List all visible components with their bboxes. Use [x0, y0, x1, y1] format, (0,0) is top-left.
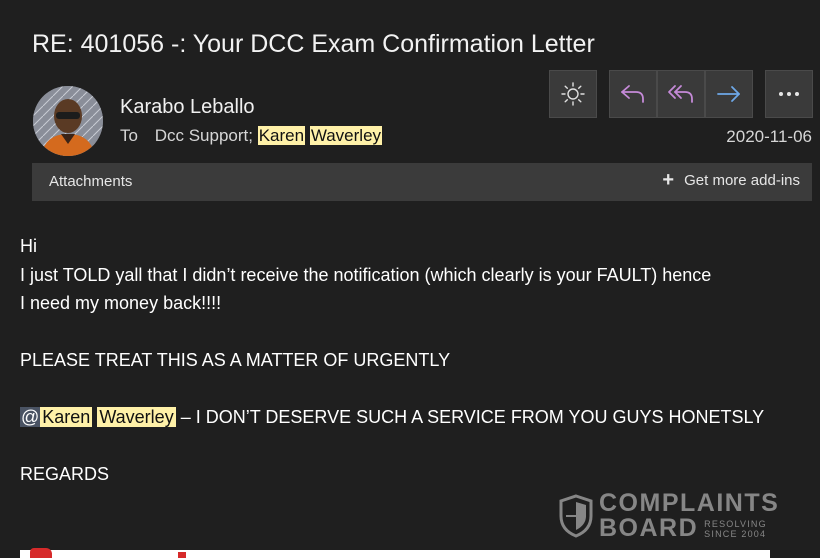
mention-last-name[interactable]: Waverley: [97, 407, 176, 427]
recipient-karen-last[interactable]: Waverley: [309, 126, 383, 145]
mention-at-sign[interactable]: @: [20, 407, 41, 427]
more-icon: [779, 92, 799, 96]
attachments-bar: Attachments + Get more add-ins: [32, 163, 812, 201]
embedded-image-red-mark: [30, 548, 52, 558]
reply-all-button[interactable]: [657, 70, 705, 118]
body-signoff: REGARDS: [20, 464, 110, 484]
body-urgent: PLEASE TREAT THIS AS A MATTER OF URGENTL…: [20, 350, 451, 370]
theme-toggle-button[interactable]: [549, 70, 597, 118]
body-mention-line: @ Karen Waverley – I DON’T DESERVE SUCH A…: [20, 403, 810, 432]
mention-first-name[interactable]: Karen: [40, 407, 93, 427]
get-addins-label: Get more add-ins: [684, 172, 800, 189]
mention-text: – I DON’T DESERVE SUCH A SERVICE FROM YO…: [175, 407, 765, 427]
watermark-line-1: COMPLAINTS: [599, 489, 780, 517]
watermark-tag-2: SINCE 2004: [704, 529, 767, 539]
sender-name[interactable]: Karabo Leballo: [120, 96, 255, 119]
body-greeting: Hi: [20, 236, 37, 256]
shield-logo-icon: [559, 494, 593, 538]
email-date: 2020-11-06: [726, 127, 812, 146]
sun-icon: [561, 82, 585, 106]
forward-button[interactable]: [705, 70, 753, 118]
complaintsboard-watermark: COMPLAINTS BOARD RESOLVING SINCE 2004: [559, 489, 780, 542]
reply-all-icon: [668, 85, 693, 103]
email-subject: RE: 401056 -: Your DCC Exam Confirmation…: [32, 30, 595, 58]
email-body: Hi I just TOLD yall that I didn’t receiv…: [20, 232, 810, 489]
to-label: To: [120, 126, 138, 145]
watermark-tag-1: RESOLVING: [704, 519, 767, 529]
body-line-2: I need my money back!!!!: [20, 293, 222, 313]
embedded-image-edge: [20, 550, 770, 558]
recipient-dcc-support[interactable]: Dcc Support;: [155, 126, 253, 145]
reply-button[interactable]: [609, 70, 657, 118]
avatar-image: [33, 86, 103, 156]
attachments-label[interactable]: Attachments: [49, 173, 132, 190]
recipient-karen-first[interactable]: Karen: [257, 126, 306, 145]
watermark-line-2: BOARD: [599, 514, 699, 542]
recipients-line: To Dcc Support; Karen Waverley: [120, 126, 383, 146]
body-line-1: I just TOLD yall that I didn’t receive t…: [20, 264, 712, 285]
forward-icon: [717, 86, 740, 102]
reply-icon: [621, 85, 644, 103]
more-actions-button[interactable]: [765, 70, 813, 118]
avatar[interactable]: [33, 86, 103, 156]
embedded-image-red-mark-2: [178, 552, 186, 558]
get-addins-button[interactable]: + Get more add-ins: [662, 169, 800, 191]
plus-icon: +: [662, 169, 675, 191]
